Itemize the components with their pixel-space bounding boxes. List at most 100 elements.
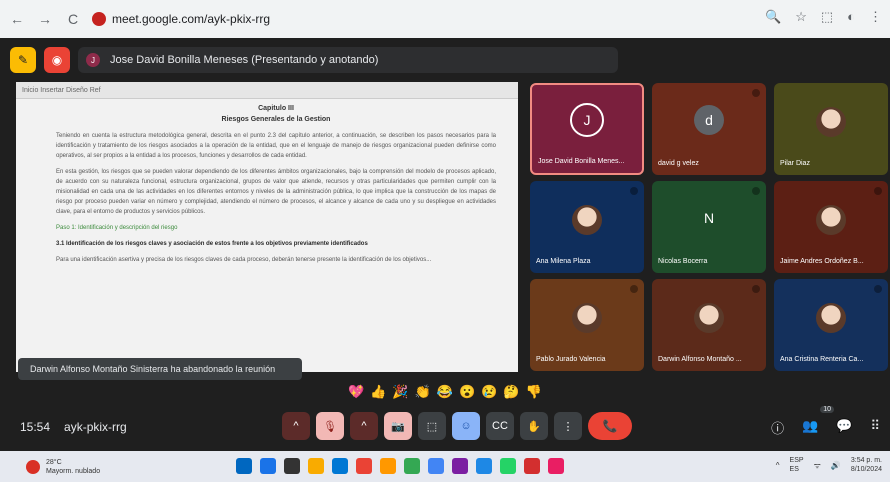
- participant-name: Nicolas Bocerra: [658, 258, 708, 265]
- side-panel-controls: ⓘ 👥 💬 ⠿: [771, 418, 880, 437]
- info-icon[interactable]: ⓘ: [771, 418, 784, 437]
- video-options-button[interactable]: ^: [350, 412, 378, 440]
- weather-widget[interactable]: 28°C Mayorm. nublado: [26, 458, 100, 476]
- stop-presenting-button[interactable]: ◉: [44, 47, 70, 73]
- volume-icon[interactable]: 🔊: [831, 461, 841, 470]
- browser-toolbar: ← → C meet.google.com/ayk-pkix-rrg 🔍 ☆ ⬚…: [0, 0, 890, 38]
- meeting-time: 15:54: [20, 420, 51, 434]
- taskbar-app-icon[interactable]: [260, 458, 276, 474]
- mic-toggle-button[interactable]: 🎙: [316, 412, 344, 440]
- thumbs-up-reaction[interactable]: 👍: [370, 384, 386, 400]
- people-icon[interactable]: 👥: [802, 418, 818, 437]
- heart-reaction[interactable]: 💖: [348, 384, 364, 400]
- participant-tile[interactable]: Ana Cristina Renteria Ca...: [774, 279, 888, 371]
- address-bar[interactable]: meet.google.com/ayk-pkix-rrg: [92, 12, 270, 26]
- doc-toolbar: Inicio Insertar Diseño Ref: [16, 82, 518, 99]
- party-reaction[interactable]: 🎉: [392, 384, 408, 400]
- zoom-icon[interactable]: 🔍: [765, 9, 781, 25]
- weather-desc: Mayorm. nublado: [46, 467, 101, 475]
- avatar: [572, 302, 602, 333]
- participant-name: Jose David Bonilla Menes...: [538, 158, 625, 165]
- participant-tile[interactable]: Pilar Diaz: [774, 83, 888, 175]
- taskbar-app-icon[interactable]: [452, 458, 468, 474]
- participant-count-badge: 10: [820, 406, 834, 413]
- doc-chapter: Capitulo III: [258, 105, 294, 112]
- taskbar-app-icon[interactable]: [356, 458, 372, 474]
- audio-options-button[interactable]: ^: [282, 412, 310, 440]
- present-screen-icon: ⬚: [426, 420, 438, 433]
- browser-actions: 🔍 ☆ ⬚ ◐ ⋮: [765, 9, 882, 25]
- mic-muted-icon: [752, 187, 760, 195]
- participant-tile[interactable]: N Nicolas Bocerra: [652, 181, 766, 273]
- participant-tile[interactable]: Ana Milena Plaza: [530, 181, 644, 273]
- participant-tile[interactable]: Darwin Alfonso Montaño ...: [652, 279, 766, 371]
- taskbar-app-icon[interactable]: [332, 458, 348, 474]
- site-favicon-icon: [92, 12, 106, 26]
- raise-hand-button[interactable]: ✋: [520, 412, 548, 440]
- record-icon: ◉: [51, 53, 63, 67]
- participant-name: Ana Cristina Renteria Ca...: [780, 356, 864, 363]
- extensions-icon[interactable]: ⬚: [821, 9, 833, 25]
- taskbar-app-icon[interactable]: [404, 458, 420, 474]
- taskbar-app-icon[interactable]: [500, 458, 516, 474]
- emoji-icon: ☺: [460, 420, 472, 432]
- participant-grid: J Jose David Bonilla Menes... d david g …: [530, 83, 888, 375]
- tray-chevron-icon[interactable]: ^: [776, 461, 780, 470]
- taskbar-app-icon[interactable]: [524, 458, 540, 474]
- taskbar-app-icon[interactable]: [284, 458, 300, 474]
- thumbs-down-reaction[interactable]: 👎: [526, 384, 542, 400]
- doc-heading: Riesgos Generales de la Gestion: [221, 116, 331, 123]
- activities-icon[interactable]: ⠿: [870, 418, 880, 437]
- captions-icon: CC: [492, 420, 508, 432]
- taskbar-app-icon[interactable]: [308, 458, 324, 474]
- participant-name: Darwin Alfonso Montaño ...: [658, 356, 742, 363]
- participant-tile[interactable]: Jaime Andres Ordoñez B...: [774, 181, 888, 273]
- hand-icon: ✋: [527, 420, 541, 433]
- participant-tile[interactable]: d david g velez: [652, 83, 766, 175]
- system-tray: ^ ESP ES ᯤ 🔊 3:54 p. m. 8/10/2024: [776, 456, 882, 474]
- chat-icon[interactable]: 💬: [836, 418, 852, 437]
- mic-off-icon: 🎙: [323, 420, 337, 433]
- lang-code: ESP: [789, 457, 804, 464]
- camera-off-icon: 📷: [391, 420, 405, 433]
- mic-muted-icon: [752, 285, 760, 293]
- avatar: J: [570, 103, 604, 138]
- leave-call-button[interactable]: 📞: [588, 412, 632, 440]
- taskbar-app-icon[interactable]: [380, 458, 396, 474]
- meeting-code: ayk-pkix-rrg: [64, 420, 127, 434]
- more-vert-icon: ⋮: [562, 420, 574, 433]
- forward-button[interactable]: →: [34, 8, 56, 30]
- browser-menu-icon[interactable]: ⋮: [869, 9, 882, 25]
- reaction-bar: 💖 👍 🎉 👏 😂 😮 😢 🤔 👎: [348, 384, 542, 400]
- participant-tile[interactable]: J Jose David Bonilla Menes...: [530, 83, 644, 175]
- captions-button[interactable]: CC: [486, 412, 514, 440]
- reload-button[interactable]: C: [62, 8, 84, 30]
- back-button[interactable]: ←: [6, 8, 28, 30]
- avatar: [816, 106, 846, 137]
- system-clock[interactable]: 3:54 p. m. 8/10/2024: [851, 456, 882, 474]
- present-button[interactable]: ⬚: [418, 412, 446, 440]
- emoji-button[interactable]: ☺: [452, 412, 480, 440]
- annotate-button[interactable]: ✎: [10, 47, 36, 73]
- clap-reaction[interactable]: 👏: [415, 384, 431, 400]
- sad-reaction[interactable]: 😢: [481, 384, 497, 400]
- os-taskbar: 28°C Mayorm. nublado ^ ESP ES ᯤ 🔊 3:54 p…: [0, 451, 890, 482]
- avatar: N: [703, 209, 715, 226]
- surprise-reaction[interactable]: 😮: [459, 384, 475, 400]
- taskbar-app-icon[interactable]: [476, 458, 492, 474]
- laugh-reaction[interactable]: 😂: [437, 384, 453, 400]
- wifi-icon[interactable]: ᯤ: [814, 460, 821, 471]
- participant-tile[interactable]: Pablo Jurado Valencia: [530, 279, 644, 371]
- taskbar-app-icon[interactable]: [548, 458, 564, 474]
- language-indicator[interactable]: ESP ES: [790, 456, 804, 474]
- thinking-reaction[interactable]: 🤔: [503, 384, 519, 400]
- more-options-button[interactable]: ⋮: [554, 412, 582, 440]
- camera-toggle-button[interactable]: 📷: [384, 412, 412, 440]
- bookmark-star-icon[interactable]: ☆: [795, 9, 807, 25]
- profile-icon[interactable]: ◐: [847, 9, 855, 25]
- presenter-avatar: J: [86, 53, 100, 67]
- taskbar-app-icon[interactable]: [428, 458, 444, 474]
- taskbar-app-icon[interactable]: [236, 458, 252, 474]
- call-controls: ^ 🎙 ^ 📷 ⬚ ☺ CC ✋ ⋮ 📞: [282, 412, 632, 440]
- presenter-pill: J Jose David Bonilla Meneses (Presentand…: [78, 47, 618, 73]
